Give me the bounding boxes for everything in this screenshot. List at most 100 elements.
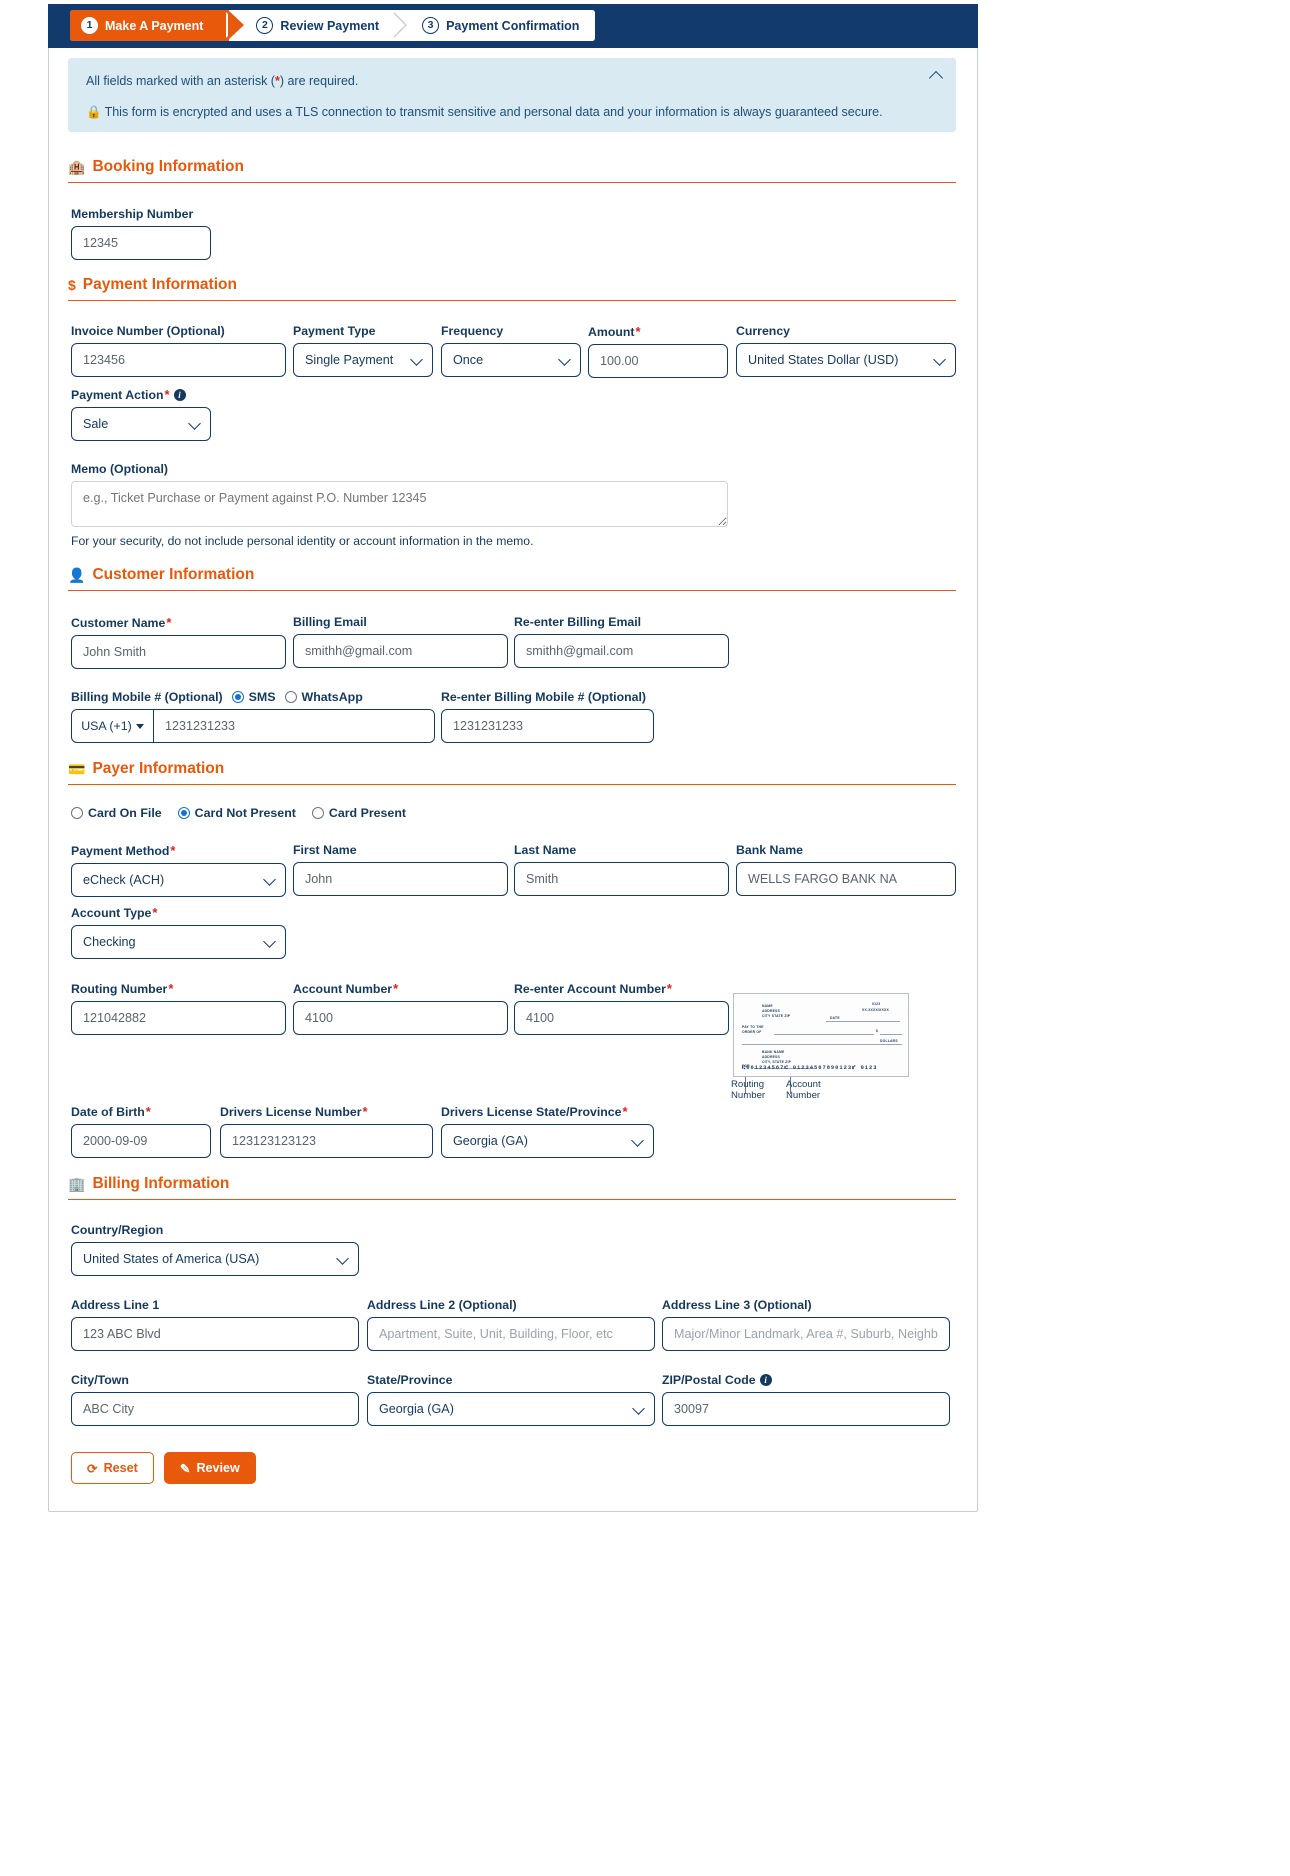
dollar-icon: $	[68, 277, 76, 293]
billing-building-icon: 🏢	[68, 1176, 86, 1192]
review-label: Review	[196, 1461, 240, 1475]
required-asterisk: *	[170, 843, 176, 858]
required-asterisk: *	[393, 981, 399, 996]
address-line-2-input[interactable]	[367, 1317, 655, 1351]
field-membership-number: Membership Number	[71, 207, 211, 260]
bank-name-input[interactable]	[736, 862, 956, 896]
billing-mobile-input[interactable]	[154, 710, 434, 742]
currency-label: Currency	[736, 324, 790, 338]
radio-card-on-file-label: Card On File	[88, 806, 162, 820]
check-payto-text: PAY TO THE	[742, 1025, 764, 1029]
reenter-billing-email-input[interactable]	[514, 634, 729, 668]
country-code-selector[interactable]: USA (+1)	[72, 710, 154, 742]
section-title: Booking Information	[92, 158, 244, 175]
section-title: Billing Information	[92, 1175, 230, 1192]
person-icon: 👤	[68, 567, 86, 583]
invoice-number-label: Invoice Number (Optional)	[71, 324, 225, 338]
reenter-billing-mobile-input[interactable]	[441, 709, 654, 743]
field-billing-mobile: Billing Mobile # (Optional) SMS WhatsApp…	[71, 690, 435, 743]
section-billing-information: 🏢 Billing Information	[68, 1175, 956, 1200]
invoice-number-input[interactable]	[71, 343, 286, 377]
amount-label: Amount	[588, 324, 635, 339]
step-make-a-payment[interactable]: 1 Make A Payment	[70, 10, 245, 41]
field-billing-email: Billing Email	[293, 615, 508, 668]
membership-number-label: Membership Number	[71, 207, 194, 221]
radio-dot-icon	[311, 807, 324, 819]
last-name-label: Last Name	[514, 843, 577, 857]
required-asterisk: *	[152, 905, 158, 920]
field-account-number: Account Number *	[293, 981, 508, 1035]
field-address-line-3: Address Line 3 (Optional)	[662, 1298, 950, 1351]
reenter-account-number-input[interactable]	[514, 1001, 729, 1035]
check-bank-address-text: ADDRESS	[762, 1055, 780, 1059]
account-number-input[interactable]	[293, 1001, 508, 1035]
step-review-payment[interactable]: 2 Review Payment	[245, 10, 396, 41]
review-button[interactable]: ✎ Review	[163, 1452, 256, 1484]
field-first-name: First Name	[293, 843, 508, 896]
step-payment-confirmation[interactable]: 3 Payment Confirmation	[411, 10, 596, 41]
info-icon[interactable]: i	[173, 388, 186, 401]
reenter-account-number-label: Re-enter Account Number	[514, 981, 666, 996]
radio-card-not-present[interactable]: Card Not Present	[177, 806, 296, 820]
check-micr-line: ⑆061234567⑆ 01234567890123⑈ 0123	[742, 1065, 878, 1071]
reenter-billing-email-label: Re-enter Billing Email	[514, 615, 642, 629]
field-invoice-number: Invoice Number (Optional)	[71, 324, 286, 377]
security-notice-text: 🔒 This form is encrypted and uses a TLS c…	[86, 103, 938, 122]
payment-type-select[interactable]: Single Payment	[293, 343, 433, 377]
field-payment-action: Payment Action * i Sale	[71, 387, 211, 441]
frequency-select[interactable]: Once	[441, 343, 581, 377]
radio-card-present[interactable]: Card Present	[311, 806, 406, 820]
collapse-chevron-up-icon[interactable]	[930, 68, 944, 82]
check-amount-rule	[880, 1034, 902, 1035]
amount-input[interactable]	[588, 344, 728, 378]
membership-number-input[interactable]	[71, 226, 211, 260]
routing-number-input[interactable]	[71, 1001, 286, 1035]
section-title: Payment Information	[82, 276, 237, 293]
date-of-birth-input[interactable]	[71, 1124, 211, 1158]
step-number: 2	[256, 17, 274, 34]
field-payment-method: Payment Method * eCheck (ACH)	[71, 843, 286, 897]
radio-card-on-file[interactable]: Card On File	[71, 806, 162, 820]
radio-sms[interactable]: SMS	[231, 690, 276, 704]
currency-select[interactable]: United States Dollar (USD)	[736, 343, 956, 377]
payment-action-select[interactable]: Sale	[71, 407, 211, 441]
memo-helper-text: For your security, do not include person…	[71, 534, 534, 548]
payment-action-label: Payment Action	[71, 387, 164, 402]
required-asterisk: *	[145, 1104, 151, 1119]
drivers-license-state-select[interactable]: Georgia (GA)	[441, 1124, 654, 1158]
field-country-region: Country/Region United States of America …	[71, 1223, 359, 1276]
zip-postal-code-label: ZIP/Postal Code	[662, 1373, 756, 1387]
account-type-select[interactable]: Checking	[71, 925, 286, 959]
section-booking-information: 🏨 Booking Information	[68, 158, 956, 183]
address-line-1-input[interactable]	[71, 1317, 359, 1351]
frequency-label: Frequency	[441, 324, 504, 338]
check-payee-rule	[774, 1034, 874, 1035]
first-name-label: First Name	[293, 843, 357, 857]
check-dollars-label: DOLLARS	[880, 1039, 898, 1043]
pencil-icon: ✎	[179, 1461, 191, 1476]
check-address-text: ADDRESS	[762, 1009, 780, 1013]
step-number: 1	[81, 17, 98, 34]
booking-building-icon: 🏨	[68, 159, 86, 175]
zip-postal-code-input[interactable]	[662, 1392, 950, 1426]
city-town-input[interactable]	[71, 1392, 359, 1426]
country-region-select[interactable]: United States of America (USA)	[71, 1242, 359, 1276]
billing-email-input[interactable]	[293, 634, 508, 668]
section-customer-information: 👤 Customer Information	[68, 566, 956, 591]
info-icon[interactable]: i	[759, 1374, 772, 1386]
first-name-input[interactable]	[293, 862, 508, 896]
check-routing-caption: Routing Number	[731, 1079, 766, 1102]
bank-name-label: Bank Name	[736, 843, 803, 857]
required-asterisk: *	[168, 981, 174, 996]
state-province-select[interactable]: Georgia (GA)	[367, 1392, 655, 1426]
radio-whatsapp[interactable]: WhatsApp	[284, 690, 363, 704]
customer-name-input[interactable]	[71, 635, 286, 669]
last-name-input[interactable]	[514, 862, 729, 896]
reset-button[interactable]: ⟳ Reset	[71, 1452, 154, 1484]
memo-textarea[interactable]	[71, 481, 728, 527]
address-line-3-input[interactable]	[662, 1317, 950, 1351]
drivers-license-number-input[interactable]	[220, 1124, 433, 1158]
form-actions: ⟳ Reset ✎ Review	[71, 1452, 256, 1484]
payment-method-select[interactable]: eCheck (ACH)	[71, 863, 286, 897]
step-label: Make A Payment	[105, 18, 204, 33]
